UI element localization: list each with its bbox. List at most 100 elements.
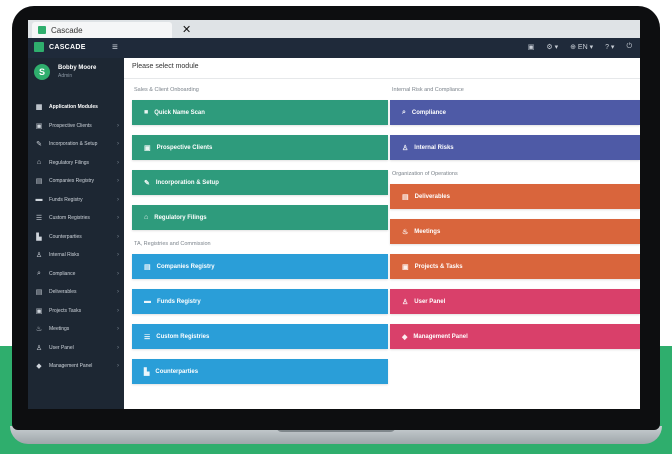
sidebar-item-label: Deliverables [49,289,77,296]
browser-tab-title: Cascade [51,25,83,35]
sidebar-item-label: Counterparties [49,233,82,240]
brand-name: CASCADE [49,43,86,51]
sidebar-item-label: Incorporation & Setup [49,141,98,148]
tab-close-icon[interactable]: ✕ [182,23,191,36]
module-internal-risks[interactable]: ♙ Internal Risks [390,135,640,160]
sidebar-item-user-panel[interactable]: ♙ User Panel › [28,339,124,358]
sidebar-item-counterparties[interactable]: ▙ Counterparties › [28,228,124,247]
sidebar-item-label: Application Modules [49,104,98,111]
building-icon: ▤ [35,178,43,186]
search-icon: ⌕ [402,108,406,116]
sidebar-item-prospective-clients[interactable]: ▣ Prospective Clients › [28,117,124,136]
chart-icon: ▙ [36,233,42,241]
module-compliance[interactable]: ⌕ Compliance [390,100,640,125]
module-label: User Panel [414,298,446,305]
module-custom-registries[interactable]: ☰ Custom Registries [132,324,388,349]
sidebar-item-regulatory-filings[interactable]: ⌂ Regulatory Filings › [28,154,124,173]
tasks-icon: ▣ [402,263,409,271]
user-icon: ♙ [402,298,409,306]
chevron-right-icon: › [117,159,119,166]
sidebar-item-label: Funds Registry [49,196,83,203]
pen-icon: ✎ [36,141,42,149]
sidebar-item-companies-registry[interactable]: ▤ Companies Registry › [28,172,124,191]
money-icon: ▬ [35,196,43,204]
person-icon: ♙ [35,252,43,260]
module-regulatory-filings[interactable]: ⌂ Regulatory Filings [132,205,388,230]
sidebar-item-deliverables[interactable]: ▤ Deliverables › [28,283,124,302]
brand[interactable]: CASCADE [34,42,86,52]
module-deliverables[interactable]: ▤ Deliverables [390,184,640,209]
help-icon[interactable]: ? ▾ [605,43,614,51]
module-label: Deliverables [414,193,450,200]
menu-icon[interactable]: ≡ [112,42,118,53]
meeting-icon: ♨ [402,228,409,236]
module-management-panel[interactable]: ◆ Management Panel [390,324,640,349]
divider [124,78,640,79]
module-funds-registry[interactable]: ▬ Funds Registry [132,289,388,314]
module-quick-name-scan[interactable]: ■ Quick Name Scan [132,100,388,125]
diamond-icon: ◆ [402,333,408,341]
tasks-icon: ▣ [35,307,43,315]
browser-tab[interactable]: Cascade [32,22,172,38]
module-label: Projects & Tasks [414,263,463,270]
module-label: Management Panel [413,333,468,340]
sidebar-item-meetings[interactable]: ♨ Meetings › [28,320,124,339]
sidebar-item-funds-registry[interactable]: ▬ Funds Registry › [28,191,124,210]
chevron-right-icon: › [117,326,119,332]
module-projects-tasks[interactable]: ▣ Projects & Tasks [390,254,640,279]
logo-icon [34,42,44,52]
person-icon: ♙ [402,144,409,152]
module-label: Counterparties [155,368,199,375]
header-actions: ▣ ⚙ ▾ ⊕ EN ▾ ? ▾ ⏻ [528,43,632,51]
sidebar-item-label: Regulatory Filings [49,159,90,166]
module-label: Prospective Clients [156,144,213,151]
section-title-risk-compliance: Internal Risk and Compliance [392,87,464,93]
favicon-icon [38,26,46,34]
chart-icon: ▙ [144,368,150,376]
module-companies-registry[interactable]: ▤ Companies Registry [132,254,388,279]
sidebar: S Bobby Moore Admin ▦ Application Modules… [28,58,124,409]
sidebar-item-compliance[interactable]: ⌕ Compliance › [28,265,124,284]
chevron-right-icon: › [117,141,119,147]
bank-icon: ⌂ [144,214,149,221]
avatar: S [34,64,50,80]
sidebar-item-management-panel[interactable]: ◆ Management Panel › [28,357,124,376]
search-icon: ⌕ [37,269,41,277]
clients-icon: ▣ [144,144,151,152]
power-icon[interactable]: ⏻ [626,43,632,51]
document-icon: ▤ [35,289,43,297]
chevron-right-icon: › [117,363,119,369]
scan-icon: ■ [144,109,149,116]
meeting-icon: ♨ [35,326,43,334]
sidebar-item-label: Custom Registries [49,215,90,222]
main-content: Please select module Sales & Client Onbo… [124,58,640,409]
sidebar-item-application-modules[interactable]: ▦ Application Modules [28,98,124,117]
module-incorporation-setup[interactable]: ✎ Incorporation & Setup [132,170,388,195]
grid-icon: ▦ [35,104,43,112]
module-label: Internal Risks [414,144,454,151]
chevron-right-icon: › [117,178,119,184]
module-meetings[interactable]: ♨ Meetings [390,219,640,244]
user-profile[interactable]: S Bobby Moore Admin [34,64,96,80]
module-prospective-clients[interactable]: ▣ Prospective Clients [132,135,388,160]
settings-icon[interactable]: ⚙ ▾ [546,43,558,51]
money-icon: ▬ [144,298,151,305]
sidebar-item-projects-tasks[interactable]: ▣ Projects Tasks › [28,302,124,321]
sidebar-item-label: Prospective Clients [49,122,92,129]
bank-icon: ⌂ [36,159,42,167]
clients-icon: ▣ [35,122,43,130]
chevron-right-icon: › [117,270,119,277]
sidebar-item-custom-registries[interactable]: ☰ Custom Registries › [28,209,124,228]
sidebar-item-incorporation-setup[interactable]: ✎ Incorporation & Setup › [28,135,124,154]
module-label: Companies Registry [156,263,215,270]
language-selector[interactable]: ⊕ EN ▾ [570,43,593,51]
chevron-right-icon: › [117,252,119,258]
user-role: Admin [58,73,73,79]
sidebar-item-internal-risks[interactable]: ♙ Internal Risks › [28,246,124,265]
diamond-icon: ◆ [36,363,42,371]
chevron-right-icon: › [117,307,119,314]
screen-icon[interactable]: ▣ [528,43,535,51]
module-counterparties[interactable]: ▙ Counterparties [132,359,388,384]
module-user-panel[interactable]: ♙ User Panel [390,289,640,314]
module-label: Custom Registries [156,333,210,340]
